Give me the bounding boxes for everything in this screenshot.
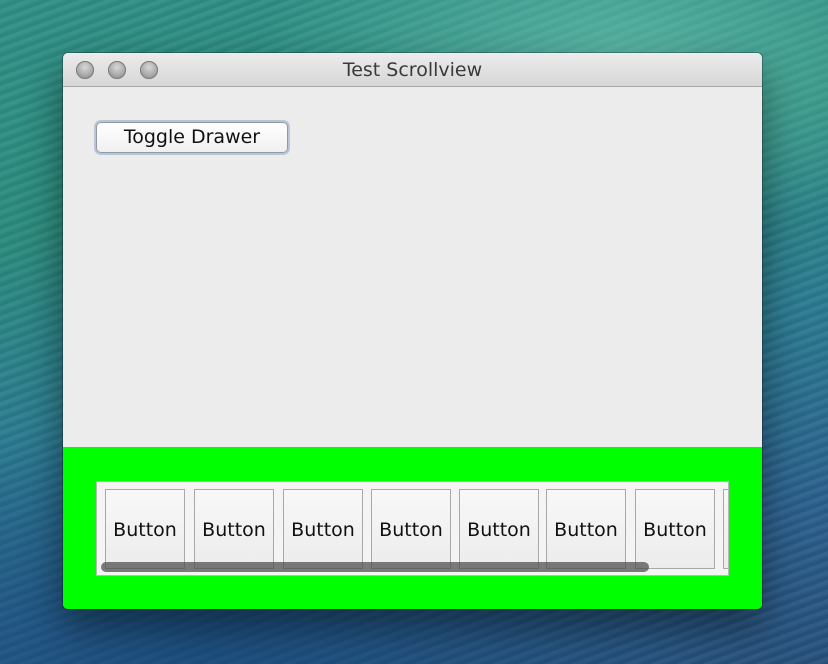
- drawer-button-1[interactable]: Button: [105, 489, 185, 569]
- app-window: Test Scrollview Toggle Drawer Button But…: [63, 53, 762, 609]
- drawer-button-6[interactable]: Button: [546, 489, 626, 569]
- drawer-button-3[interactable]: Button: [283, 489, 363, 569]
- horizontal-scrollbar-thumb[interactable]: [101, 562, 649, 572]
- horizontal-scroll-view[interactable]: Button Button Button Button Button Butto…: [96, 481, 729, 576]
- title-bar[interactable]: Test Scrollview: [63, 53, 762, 87]
- window-title: Test Scrollview: [342, 59, 483, 81]
- toggle-drawer-button[interactable]: Toggle Drawer: [96, 122, 288, 153]
- drawer-button-4[interactable]: Button: [371, 489, 451, 569]
- drawer-button-2[interactable]: Button: [194, 489, 274, 569]
- drawer-panel: Button Button Button Button Button Butto…: [63, 447, 762, 609]
- drawer-button-5[interactable]: Button: [459, 489, 539, 569]
- drawer-button-7[interactable]: Button: [635, 489, 715, 569]
- drawer-button-8[interactable]: [723, 489, 728, 569]
